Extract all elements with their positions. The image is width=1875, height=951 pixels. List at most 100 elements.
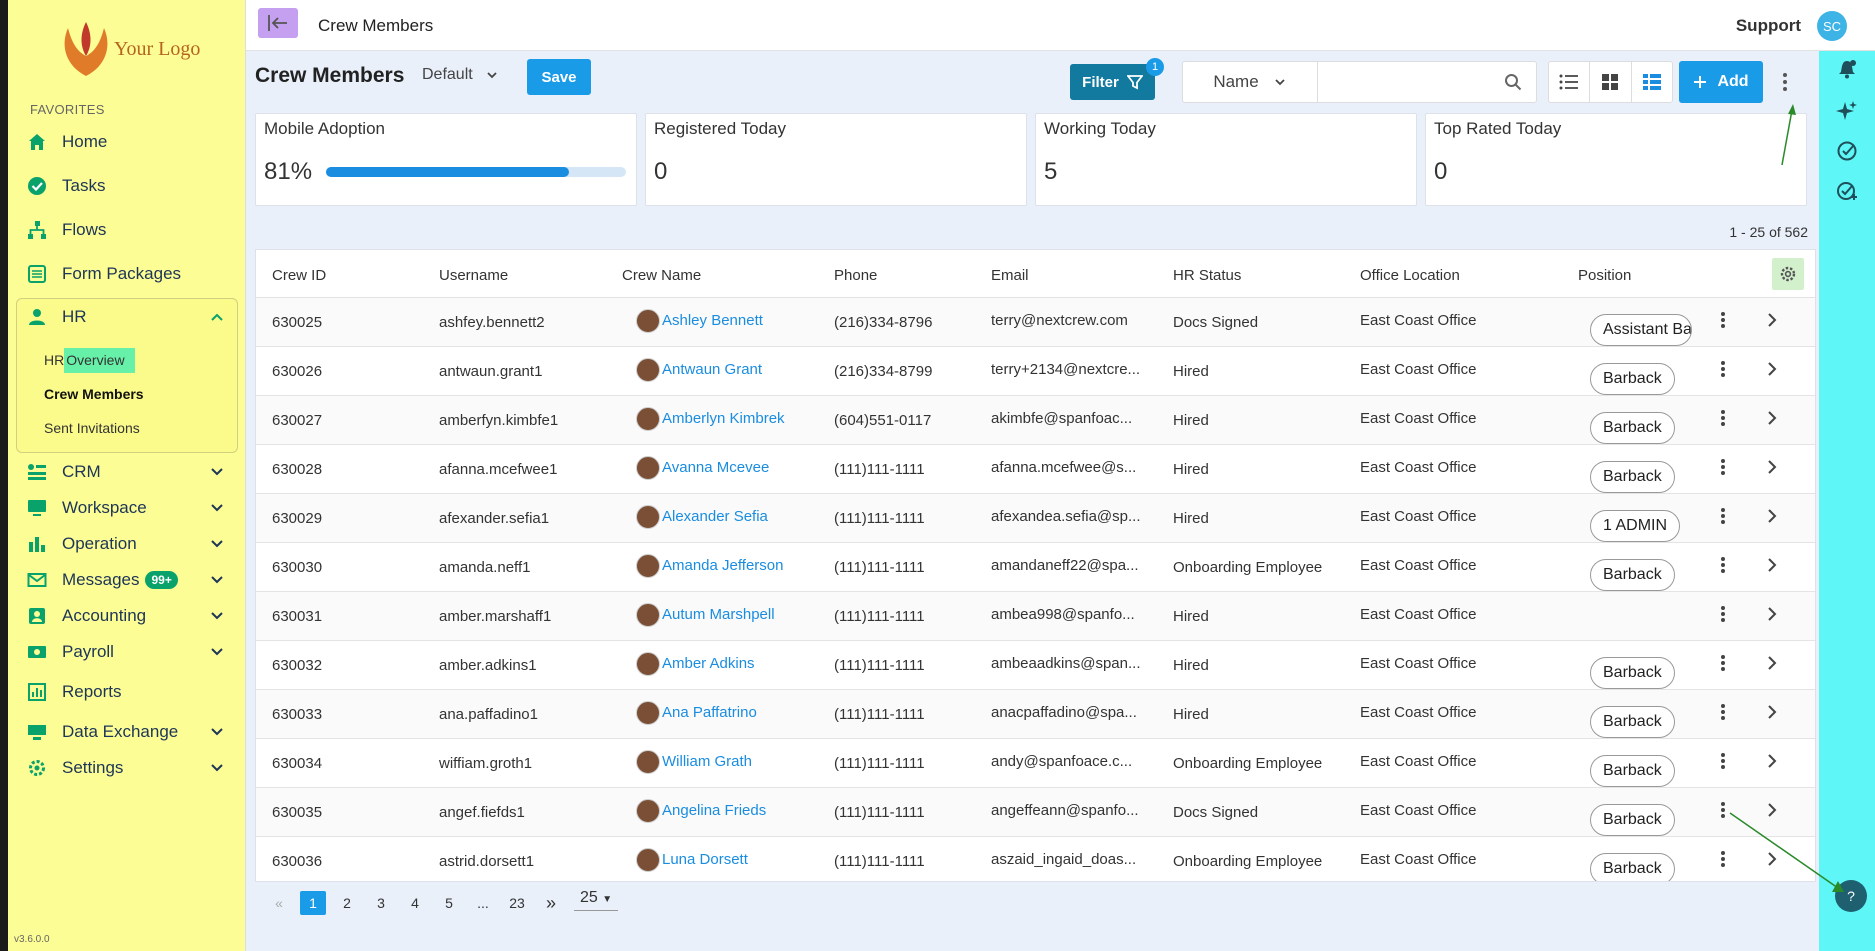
position-chip[interactable]: Assistant Bar xyxy=(1590,314,1692,346)
notifications-bell-icon[interactable] xyxy=(1835,57,1859,81)
search-field-selector[interactable]: Name xyxy=(1183,62,1318,102)
sidebar-item-data-exchange[interactable]: Data Exchange xyxy=(26,717,234,747)
column-header-crew-name[interactable]: Crew Name xyxy=(622,267,701,284)
chevron-right-icon[interactable] xyxy=(1766,753,1778,773)
sidebar-sub-crew-members[interactable]: Crew Members xyxy=(44,386,144,402)
column-header-username[interactable]: Username xyxy=(439,267,508,284)
last-page-icon[interactable]: » xyxy=(534,893,568,914)
view-selector[interactable]: Default xyxy=(422,66,499,84)
grid-view-icon[interactable] xyxy=(1589,62,1632,102)
column-header-email[interactable]: Email xyxy=(991,267,1029,284)
table-view-icon[interactable] xyxy=(1632,62,1672,102)
sidebar-item-messages[interactable]: Messages 99+ xyxy=(26,565,234,595)
add-task-icon[interactable] xyxy=(1835,179,1859,203)
column-header-crew-id[interactable]: Crew ID xyxy=(272,267,326,284)
table-row[interactable]: 630035 angef.fiefds1 Angelina Frieds (111)1… xyxy=(256,788,1815,837)
sidebar-item-settings[interactable]: Settings xyxy=(26,753,234,783)
sparkle-icon[interactable] xyxy=(1835,99,1859,123)
chevron-right-icon[interactable] xyxy=(1766,410,1778,430)
column-settings-gear-icon[interactable] xyxy=(1772,258,1804,290)
sidebar-item-crm[interactable]: CRM xyxy=(26,457,234,487)
sidebar-item-reports[interactable]: Reports xyxy=(26,677,234,707)
table-row[interactable]: 630031 amber.marshaff1 Autum Marshpell (111… xyxy=(256,592,1815,641)
cell-crew-name[interactable]: Ashley Bennett xyxy=(662,312,763,329)
chevron-right-icon[interactable] xyxy=(1766,802,1778,822)
cell-crew-name[interactable]: Amberlyn Kimbrek xyxy=(662,410,785,427)
sidebar-item-form-packages[interactable]: Form Packages xyxy=(26,259,234,289)
add-button[interactable]: Add xyxy=(1679,61,1763,103)
page-button[interactable]: 5 xyxy=(432,895,466,911)
collapse-sidebar-button[interactable] xyxy=(258,8,298,38)
sidebar-item-hr[interactable]: HR xyxy=(26,302,234,332)
chevron-right-icon[interactable] xyxy=(1766,557,1778,577)
help-icon[interactable]: ? xyxy=(1835,880,1867,912)
cell-crew-name[interactable]: Amanda Jefferson xyxy=(662,557,783,574)
position-chip[interactable]: Barback xyxy=(1590,706,1675,738)
chevron-right-icon[interactable] xyxy=(1766,704,1778,724)
position-chip[interactable]: Barback xyxy=(1590,853,1675,881)
cell-crew-name[interactable]: Luna Dorsett xyxy=(662,851,748,868)
chevron-right-icon[interactable] xyxy=(1766,851,1778,871)
filter-button[interactable]: Filter xyxy=(1070,64,1155,100)
column-header-hr-status[interactable]: HR Status xyxy=(1173,267,1241,284)
row-more-options-icon[interactable] xyxy=(1720,605,1726,627)
sidebar-item-tasks[interactable]: Tasks xyxy=(26,171,234,201)
user-avatar[interactable]: SC xyxy=(1817,11,1847,41)
cell-crew-name[interactable]: Ana Paffatrino xyxy=(662,704,757,721)
row-more-options-icon[interactable] xyxy=(1720,311,1726,333)
column-header-position[interactable]: Position xyxy=(1578,267,1631,284)
table-row[interactable]: 630034 wiffiam.groth1 William Grath (111)11… xyxy=(256,739,1815,788)
table-row[interactable]: 630036 astrid.dorsett1 Luna Dorsett (111)11… xyxy=(256,837,1815,881)
table-row[interactable]: 630025 ashfey.bennett2 Ashley Bennett (216)… xyxy=(256,298,1815,347)
row-more-options-icon[interactable] xyxy=(1720,458,1726,480)
cell-crew-name[interactable]: Amber Adkins xyxy=(662,655,755,672)
cell-crew-name[interactable]: Avanna Mcevee xyxy=(662,459,769,476)
page-button[interactable]: 3 xyxy=(364,895,398,911)
position-chip[interactable]: Barback xyxy=(1590,804,1675,836)
chevron-right-icon[interactable] xyxy=(1766,606,1778,626)
row-more-options-icon[interactable] xyxy=(1720,850,1726,872)
chevron-right-icon[interactable] xyxy=(1766,508,1778,528)
chevron-right-icon[interactable] xyxy=(1766,459,1778,479)
position-chip[interactable]: Barback xyxy=(1590,755,1675,787)
sidebar-item-flows[interactable]: Flows xyxy=(26,215,234,245)
sidebar-item-operation[interactable]: Operation xyxy=(26,529,234,559)
cell-crew-name[interactable]: Antwaun Grant xyxy=(662,361,762,378)
sidebar-item-payroll[interactable]: Payroll xyxy=(26,637,234,667)
position-chip[interactable]: Barback xyxy=(1590,559,1675,591)
table-row[interactable]: 630032 amber.adkins1 Amber Adkins (111)111-… xyxy=(256,641,1815,690)
row-more-options-icon[interactable] xyxy=(1720,654,1726,676)
table-row[interactable]: 630030 amanda.neff1 Amanda Jefferson (111)1… xyxy=(256,543,1815,592)
page-button-current[interactable]: 1 xyxy=(300,891,326,915)
task-check-icon[interactable] xyxy=(1835,139,1859,163)
table-row[interactable]: 630033 ana.paffadino1 Ana Paffatrino (111)1… xyxy=(256,690,1815,739)
row-more-options-icon[interactable] xyxy=(1720,360,1726,382)
table-row[interactable]: 630027 amberfyn.kimbfe1 Amberlyn Kimbrek (6… xyxy=(256,396,1815,445)
table-row[interactable]: 630026 antwaun.grant1 Antwaun Grant (216)33… xyxy=(256,347,1815,396)
per-page-select[interactable]: 25 ▼ xyxy=(574,889,619,911)
position-chip[interactable]: 1 ADMIN xyxy=(1590,510,1681,542)
more-options-icon[interactable] xyxy=(1782,72,1788,97)
page-button[interactable]: 2 xyxy=(330,895,364,911)
table-row[interactable]: 630028 afanna.mcefwee1 Avanna Mcevee (111)1… xyxy=(256,445,1815,494)
sidebar-item-accounting[interactable]: Accounting xyxy=(26,601,234,631)
save-button[interactable]: Save xyxy=(527,59,591,95)
support-link[interactable]: Support xyxy=(1736,16,1801,36)
cell-crew-name[interactable]: Angelina Frieds xyxy=(662,802,766,819)
chevron-right-icon[interactable] xyxy=(1766,655,1778,675)
row-more-options-icon[interactable] xyxy=(1720,556,1726,578)
position-chip[interactable]: Barback xyxy=(1590,461,1675,493)
list-view-icon[interactable] xyxy=(1549,62,1589,102)
table-row[interactable]: 630029 afexander.sefia1 Alexander Sefia (11… xyxy=(256,494,1815,543)
page-button[interactable]: 23 xyxy=(500,895,534,911)
first-page-icon[interactable]: « xyxy=(262,895,296,911)
column-header-phone[interactable]: Phone xyxy=(834,267,877,284)
position-chip[interactable]: Barback xyxy=(1590,412,1675,444)
cell-crew-name[interactable]: William Grath xyxy=(662,753,752,770)
sidebar-sub-hr-overview[interactable]: HR Overview xyxy=(44,348,135,373)
cell-crew-name[interactable]: Autum Marshpell xyxy=(662,606,775,623)
column-header-office-location[interactable]: Office Location xyxy=(1360,267,1460,284)
row-more-options-icon[interactable] xyxy=(1720,409,1726,431)
row-more-options-icon[interactable] xyxy=(1720,752,1726,774)
logo[interactable]: Your Logo xyxy=(56,16,206,84)
